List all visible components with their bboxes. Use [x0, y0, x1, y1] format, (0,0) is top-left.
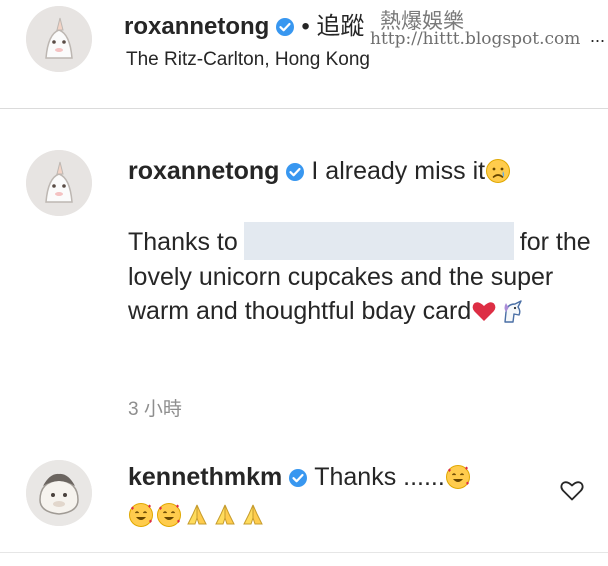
- follow-button[interactable]: 追蹤: [316, 13, 364, 40]
- reply-author-username[interactable]: kennethmkm: [128, 463, 282, 491]
- post-header-line: roxannetong • 追蹤: [124, 6, 364, 41]
- caption-first-line: roxannetong I already miss it: [128, 157, 513, 186]
- caption-body-prefix: Thanks to: [128, 228, 238, 256]
- caption-author-username[interactable]: roxannetong: [128, 157, 279, 185]
- reply-author-avatar[interactable]: [26, 460, 92, 526]
- reply-first-line: kennethmkm Thanks ......: [128, 463, 473, 492]
- header-separator: •: [301, 13, 310, 40]
- sad-face-emoji-icon: [486, 159, 511, 183]
- post-author-username[interactable]: roxannetong: [124, 13, 269, 40]
- bottom-divider: [0, 552, 608, 553]
- reply-text: Thanks ......: [314, 463, 445, 491]
- caption-text: I already miss it: [311, 157, 486, 185]
- watermark-url: http://hittt.blogspot.com: [370, 29, 581, 49]
- verified-badge-icon: [286, 163, 305, 181]
- redacted-mention: [243, 222, 514, 260]
- post-author-avatar[interactable]: [26, 6, 92, 72]
- folded-hands-emoji-icon: [243, 504, 263, 525]
- smiling-face-with-hearts-emoji-icon: [157, 503, 181, 527]
- folded-hands-emoji-icon: [187, 504, 207, 525]
- header-divider: [0, 108, 608, 109]
- post-header: roxannetong • 追蹤 The Ritz-Carlton, Hong K…: [0, 0, 608, 108]
- smiling-face-with-hearts-emoji-icon: [445, 465, 470, 489]
- reply-emoji-line: [128, 501, 268, 530]
- like-heart-icon[interactable]: [559, 478, 585, 502]
- folded-hands-emoji-icon: [215, 504, 235, 525]
- red-heart-emoji-icon: [472, 302, 496, 321]
- post-location[interactable]: The Ritz-Carlton, Hong Kong: [126, 49, 370, 71]
- smiling-face-with-hearts-emoji-icon: [129, 503, 153, 527]
- unicorn-emoji-icon: [504, 300, 522, 323]
- caption-body: Thanks to for the lovely unicorn cupcakes…: [128, 222, 598, 328]
- caption-timestamp[interactable]: 3 小時: [128, 394, 182, 421]
- more-options-button[interactable]: ...: [590, 26, 605, 47]
- verified-badge-icon: [276, 18, 295, 36]
- verified-badge-icon: [289, 469, 308, 487]
- caption-author-avatar[interactable]: [26, 150, 92, 216]
